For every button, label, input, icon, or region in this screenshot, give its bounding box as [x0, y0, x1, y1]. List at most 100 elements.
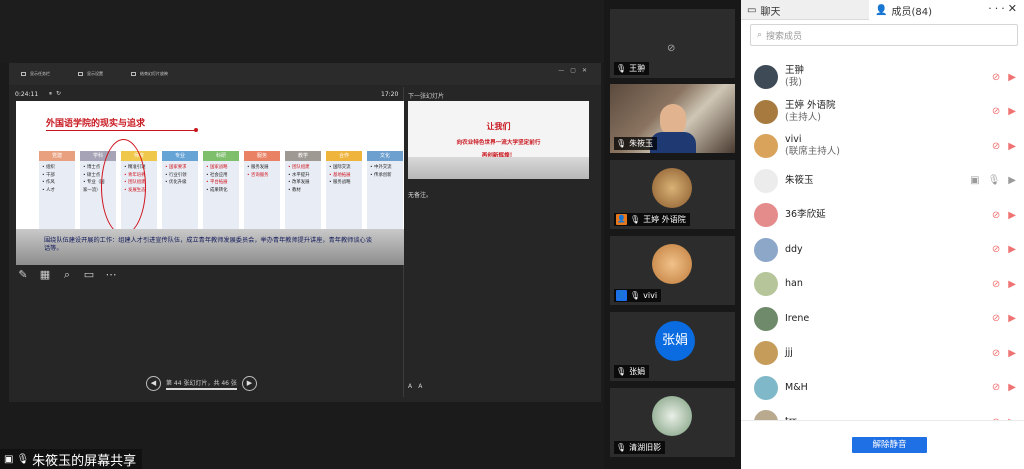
member-row[interactable]: 王翀 (我) ⊘ ▶ [741, 60, 1024, 95]
search-placeholder: 搜索成员 [766, 31, 803, 42]
slide-column-item: • 行业引领 [165, 172, 187, 178]
camera-off-icon[interactable]: ▶ [1008, 106, 1016, 117]
slide-column-item: • 基地拓展 [329, 172, 351, 178]
more-icon[interactable]: ··· [988, 2, 1008, 15]
camera-off-icon[interactable]: ▶ [1008, 210, 1016, 221]
font-decrease-icon[interactable]: A [418, 383, 428, 390]
member-row[interactable]: 36李欣延 ⊘ ▶ [741, 198, 1024, 233]
camera-off-icon[interactable]: ▶ [1008, 313, 1016, 324]
member-row[interactable]: han ⊘ ▶ [741, 267, 1024, 302]
tile-name-tag: 🎙 张娟 [614, 365, 650, 378]
timer-controls[interactable]: ⏸↻ [49, 90, 65, 98]
mic-icon: 🎙 [630, 291, 641, 300]
video-tile[interactable]: 👤 🎙 vivi [610, 236, 735, 305]
mic-muted-icon[interactable]: ⊘ [992, 72, 1000, 83]
slides-grid-icon[interactable]: ▦ [38, 268, 52, 282]
window-controls[interactable]: —▢✕ [558, 67, 593, 74]
display-settings-button[interactable]: 显示设置 [78, 71, 103, 77]
camera-off-icon[interactable]: ▶ [1008, 279, 1016, 290]
close-icon[interactable]: ✕ [1008, 2, 1020, 15]
member-avatar [754, 375, 778, 400]
mic-muted-icon[interactable]: ⊘ [992, 141, 1000, 152]
member-label: jjj [785, 347, 793, 359]
member-row[interactable]: jjj ⊘ ▶ [741, 336, 1024, 371]
mic-muted-icon[interactable]: ⊘ [992, 210, 1000, 221]
more-options-icon[interactable]: ⋯ [104, 268, 118, 282]
slide-column: 科研 • 国家战略 • 社会应用 • 平台拓展 • 成果转化 [203, 151, 239, 231]
next-slide-line1: 让我们 [486, 122, 511, 131]
mic-muted-icon[interactable]: ⊘ [992, 313, 1000, 324]
camera-off-icon[interactable]: ▶ [1008, 141, 1016, 152]
slide-column-item: • 团队组建 [288, 165, 310, 170]
slide-column: 文化 • 中外交流 • 传承创新 [367, 151, 403, 231]
slide-column-item: • 服务发展 [247, 165, 269, 170]
tile-name: vivi [643, 291, 658, 300]
member-avatar [754, 306, 778, 331]
speaker-notes: 无备注。 [408, 192, 433, 199]
unmute-all-button[interactable]: 解除静音 [852, 437, 927, 453]
next-slide-preview: 让我们 向农业特色世界一流大学坚定前行 再创新辉煌！ [408, 101, 589, 179]
mic-muted-icon[interactable]: ⊘ [992, 244, 1000, 255]
side-panel: ▭ 聊天 👤 成员(84) ···✕ ⌕ 搜索成员 王翀 (我) ⊘ ▶ 王婷 外语院 (主持… [741, 0, 1024, 469]
video-tile[interactable]: 🎙 清湖旧影 [610, 388, 735, 457]
end-icon [131, 72, 136, 76]
member-label: han [785, 278, 803, 290]
mic-muted-icon[interactable]: ⊘ [992, 279, 1000, 290]
member-row[interactable]: 王婷 外语院 (主持人) ⊘ ▶ [741, 95, 1024, 130]
slide-columns: 党建 • 组织 • 干部 • 作风 • 人才 学科 • 博士点 • 硕士点 • 专业（国 家一流… [39, 151, 403, 231]
member-avatar [754, 134, 778, 159]
member-name: vivi [785, 134, 802, 146]
member-status-icons: ⊘▶ [992, 279, 1016, 290]
video-tile[interactable]: 🎙 朱筱玉 [610, 84, 735, 153]
mic-icon: 🎙 [616, 367, 627, 376]
slide-title: 外国语学院的现实与追求 [46, 119, 146, 129]
notes-font-controls[interactable]: AA [408, 383, 428, 390]
member-row[interactable]: vivi (联席主持人) ⊘ ▶ [741, 129, 1024, 164]
member-row[interactable]: ddy ⊘ ▶ [741, 233, 1024, 268]
font-increase-icon[interactable]: A [408, 383, 418, 390]
camera-off-icon[interactable]: ▶ [1008, 72, 1016, 83]
member-row[interactable]: Irene ⊘ ▶ [741, 302, 1024, 337]
reset-icon[interactable]: ↻ [56, 90, 65, 97]
slide-column-item: • 教材 [288, 187, 301, 193]
video-tile[interactable]: 👤 🎙 王婷 外语院 [610, 160, 735, 229]
member-name: M&H [785, 381, 808, 393]
pen-icon[interactable]: ✎ [16, 268, 30, 282]
mic-muted-icon[interactable]: ⊘ [992, 348, 1000, 359]
member-role: (主持人) [785, 111, 821, 123]
mic-muted-icon[interactable]: ⊘ [992, 382, 1000, 393]
mic-muted-icon[interactable]: ⊘ [992, 106, 1000, 117]
next-slide-button[interactable]: ▶ [241, 376, 257, 391]
slide-column-item: • 成果转化 [206, 187, 228, 193]
slide-column-item: • 组织 [42, 165, 55, 170]
member-role: (联席主持人) [785, 146, 840, 158]
presenter-tools: ✎ ▦ ⌕ ▭ ⋯ [16, 268, 118, 282]
member-row[interactable]: M&H ⊘ ▶ [741, 371, 1024, 406]
slide-note: 围绕队伍建设开展的工作：组建人才引进宣传队伍，成立青年教师发展委员会，举办青年教… [44, 237, 372, 252]
previous-slide-button[interactable]: ◀ [146, 376, 161, 391]
end-slideshow-button[interactable]: 结束幻灯片放映 [131, 71, 168, 77]
member-row[interactable]: 朱筱玉 ▣ 🎙 ▶ [741, 164, 1024, 199]
member-name: jjj [785, 347, 793, 359]
camera-off-icon[interactable]: ▶ [1008, 244, 1016, 255]
slide-column-head: 党建 [39, 151, 75, 161]
member-search[interactable]: ⌕ 搜索成员 [750, 24, 1018, 46]
zoom-icon[interactable]: ⌕ [60, 268, 74, 282]
slide-column-item: • 改革发展 [288, 180, 310, 186]
tab-members-label: 成员(84) [891, 6, 932, 18]
camera-off-icon[interactable]: ▶ [1008, 382, 1016, 393]
mic-icon[interactable]: 🎙 [988, 175, 1001, 186]
mic-icon: 🎙 [616, 443, 627, 452]
black-screen-icon[interactable]: ▭ [82, 268, 96, 282]
tab-chat[interactable]: ▭ 聊天 [741, 0, 869, 20]
camera-icon[interactable]: ▶ [1008, 175, 1016, 186]
video-tile[interactable]: ⊘ 🎙 王翀 [610, 9, 735, 78]
taskbar-button[interactable]: 显示任务栏 [21, 71, 50, 77]
member-status-icons: ⊘▶ [992, 72, 1016, 83]
slide-column-item: • 人才 [42, 187, 55, 193]
video-tile[interactable]: 张娟 🎙 张娟 [610, 312, 735, 381]
member-label: 王婷 外语院 (主持人) [785, 100, 836, 124]
pause-icon[interactable]: ⏸ [49, 90, 56, 97]
camera-off-icon[interactable]: ▶ [1008, 348, 1016, 359]
slide-column-item: • 国家要求 [165, 165, 187, 170]
